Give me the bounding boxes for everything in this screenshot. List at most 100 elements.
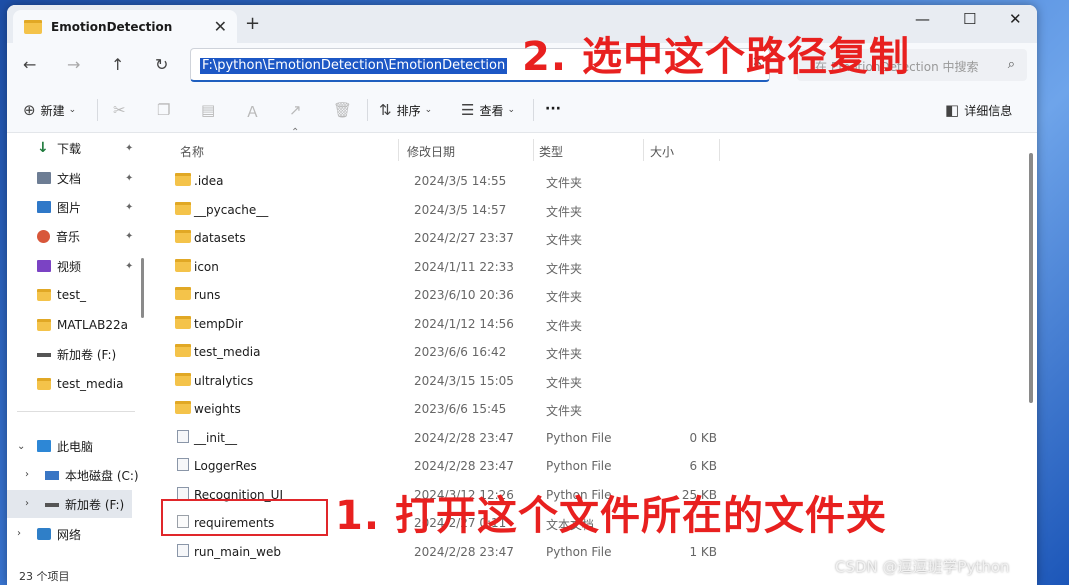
file-name: runs <box>194 288 221 302</box>
file-row[interactable]: .idea 2024/3/5 14:55 文件夹 <box>163 167 703 195</box>
column-divider[interactable] <box>643 139 644 161</box>
folder-icon <box>175 372 191 386</box>
minimize-button[interactable]: — <box>915 10 930 28</box>
sidebar-item-label: 文档 <box>57 171 82 186</box>
file-row[interactable]: LoggerRes 2024/2/28 23:47 Python File 6 KB <box>163 452 717 480</box>
search-icon[interactable]: ⌕ <box>1008 57 1015 72</box>
music-icon <box>37 229 50 243</box>
sidebar-item-local-disk[interactable]: 本地磁盘 (C:) <box>45 462 139 488</box>
file-row[interactable]: icon 2024/1/11 22:33 文件夹 <box>163 253 703 281</box>
file-row[interactable]: datasets 2024/2/27 23:37 文件夹 <box>163 224 703 252</box>
column-divider[interactable] <box>719 139 720 161</box>
file-name: datasets <box>194 231 246 245</box>
file-type: 文件夹 <box>546 233 583 247</box>
up-arrow-icon[interactable]: ↑ <box>111 55 124 74</box>
sort-button[interactable]: ⇅ 排序 ⌄ <box>379 101 437 119</box>
maximize-button[interactable]: ☐ <box>963 10 976 28</box>
column-header-type[interactable]: 类型 <box>539 143 563 160</box>
window-close-button[interactable]: ✕ <box>1009 10 1022 28</box>
file-date: 2023/6/6 15:45 <box>414 402 507 416</box>
sidebar-item-test[interactable]: test_ <box>37 282 86 308</box>
file-name: test_media <box>194 345 261 359</box>
sort-label: 排序 <box>396 103 421 118</box>
details-label: 详细信息 <box>964 103 1013 118</box>
file-type: 文件夹 <box>546 204 583 219</box>
file-type: 文件夹 <box>546 261 583 276</box>
file-name: LoggerRes <box>194 459 257 473</box>
close-tab-icon[interactable]: ✕ <box>214 17 227 36</box>
file-type: 文件夹 <box>546 375 583 390</box>
more-button[interactable]: ··· <box>545 101 561 117</box>
view-button[interactable]: ☰ 查看 ⌄ <box>461 101 520 119</box>
file-row[interactable]: runs 2023/6/10 20:36 文件夹 <box>163 281 703 309</box>
chevron-right-icon[interactable]: › <box>17 528 21 539</box>
sidebar-item-label: 新加卷 (F:) <box>57 347 117 362</box>
sidebar-item-downloads[interactable]: ↓ 下载 <box>37 135 81 161</box>
chevron-right-icon[interactable]: › <box>25 469 29 480</box>
refresh-icon[interactable]: ↻ <box>155 55 168 74</box>
trash-icon: 🗑 <box>333 101 353 119</box>
address-path[interactable]: F:\python\EmotionDetection\EmotionDetect… <box>200 58 508 74</box>
python-file-icon <box>177 458 189 471</box>
sort-icon: ⇅ <box>379 101 392 119</box>
column-header-date[interactable]: 修改日期 <box>407 143 455 160</box>
back-arrow-icon[interactable]: ← <box>23 55 36 74</box>
sidebar-item-new-volume-f[interactable]: 新加卷 (F:) <box>45 491 124 517</box>
column-divider[interactable] <box>398 139 399 161</box>
file-row[interactable]: __pycache__ 2024/3/5 14:57 文件夹 <box>163 196 703 224</box>
documents-icon <box>37 172 51 184</box>
sidebar-item-music[interactable]: 音乐 <box>37 223 80 249</box>
sidebar-item-documents[interactable]: 文档 <box>37 165 81 191</box>
file-row[interactable]: test_media 2023/6/6 16:42 文件夹 <box>163 338 703 366</box>
cut-icon: ✂ <box>113 101 126 119</box>
folder-icon <box>37 319 51 331</box>
file-name: tempDir <box>194 316 243 331</box>
sort-ascending-icon: ⌃ <box>291 127 300 138</box>
file-type: 文件夹 <box>546 347 583 361</box>
sidebar-item-videos[interactable]: 视频 <box>37 253 81 279</box>
forward-arrow-icon[interactable]: → <box>67 55 80 74</box>
column-header-size[interactable]: 大小 <box>650 143 674 160</box>
toolbar-divider <box>97 99 98 121</box>
tab-emotiondetection[interactable]: EmotionDetection ✕ <box>13 10 237 43</box>
new-tab-button[interactable]: + <box>245 13 260 34</box>
python-file-icon <box>177 429 189 443</box>
cut-button[interactable]: ✂ <box>113 101 131 119</box>
file-type: 文件夹 <box>546 290 583 304</box>
sidebar-item-label: 新加卷 (F:) <box>65 497 125 512</box>
delete-button[interactable]: 🗑 <box>333 101 357 119</box>
sidebar-scrollbar[interactable] <box>141 258 144 318</box>
file-name: .idea <box>194 174 224 188</box>
pin-icon: ✦ <box>125 231 134 242</box>
details-button[interactable]: ◧ 详细信息 <box>945 101 1012 119</box>
file-row[interactable]: weights 2023/6/6 15:45 文件夹 <box>163 395 703 423</box>
rename-button[interactable]: Ａ <box>245 101 265 122</box>
sidebar-item-test-media[interactable]: test_media <box>37 371 123 397</box>
file-type: 文件夹 <box>546 318 583 333</box>
column-divider[interactable] <box>533 139 534 161</box>
sidebar-item-pictures[interactable]: 图片 <box>37 194 81 220</box>
file-row[interactable]: run_main_web 2024/2/28 23:47 Python File 1 … <box>163 538 717 566</box>
column-header-name[interactable]: 名称 <box>180 143 204 160</box>
file-row[interactable]: __init__ 2024/2/28 23:47 Python File 0 KB <box>163 424 717 452</box>
sidebar-item-this-pc[interactable]: 此电脑 <box>37 433 93 459</box>
paste-button[interactable]: ▤ <box>201 101 220 119</box>
file-list-scrollbar[interactable] <box>1029 153 1033 403</box>
copy-button[interactable]: ❐ <box>157 101 175 119</box>
sidebar-item-network[interactable]: 网络 <box>37 521 81 547</box>
annotation-step-1: 1. 打开这个文件所在的文件夹 <box>335 493 887 539</box>
chevron-down-icon[interactable]: ⌄ <box>17 441 25 452</box>
sidebar-item-label: 下载 <box>57 141 82 156</box>
view-icon: ☰ <box>461 101 475 119</box>
sidebar-item-matlab22a[interactable]: MATLAB22a <box>37 312 128 338</box>
chevron-right-icon[interactable]: › <box>25 498 29 509</box>
file-row[interactable]: ultralytics 2024/3/15 15:05 文件夹 <box>163 367 703 395</box>
folder-icon <box>175 315 191 329</box>
share-button[interactable]: ↗ <box>289 101 307 119</box>
file-row[interactable]: tempDir 2024/1/12 14:56 文件夹 <box>163 310 703 338</box>
sidebar-item-new-volume[interactable]: 新加卷 (F:) <box>37 341 116 367</box>
paste-icon: ▤ <box>201 101 216 119</box>
chevron-down-icon: ⌄ <box>507 105 516 115</box>
folder-icon <box>175 230 191 243</box>
new-button[interactable]: ⊕ 新建 ⌄ <box>23 101 81 119</box>
